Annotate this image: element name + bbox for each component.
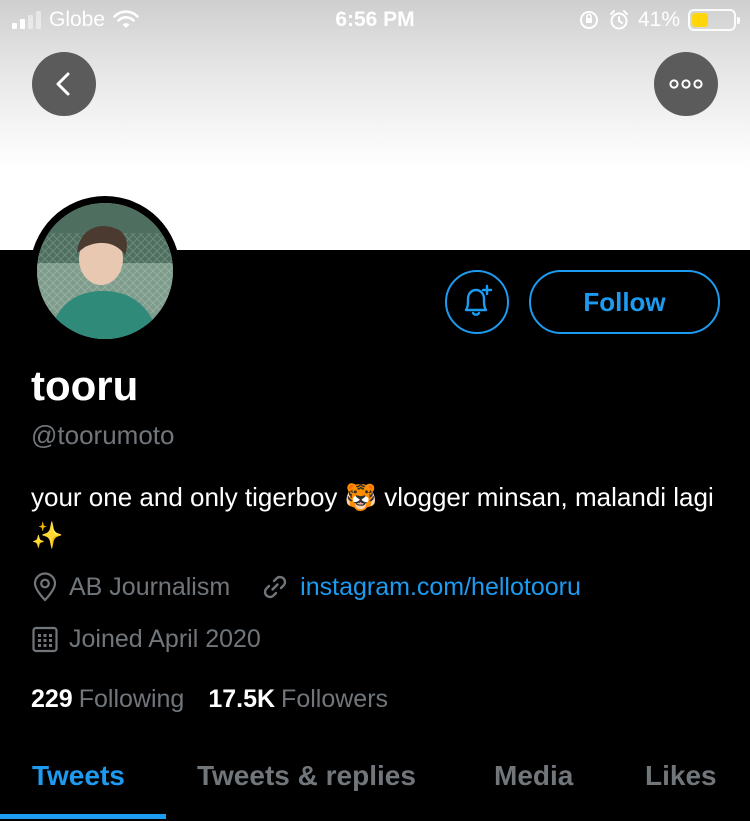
follow-stats: 229 Following 17.5K Followers <box>31 685 388 714</box>
profile-bio: your one and only tigerboy 🐯 vlogger min… <box>31 482 714 550</box>
tab-likes[interactable]: Likes <box>645 760 717 792</box>
followers-label: Followers <box>281 685 389 713</box>
profile-avatar[interactable] <box>30 196 180 346</box>
tab-tweets-replies[interactable]: Tweets & replies <box>197 760 416 792</box>
orientation-lock-icon <box>579 11 598 29</box>
location-text: AB Journalism <box>69 572 231 601</box>
more-options-button[interactable] <box>654 52 718 116</box>
following-count: 229 <box>31 685 73 713</box>
battery-percent: 41% <box>637 8 680 31</box>
battery-level <box>692 13 709 27</box>
bell-plus-icon <box>464 284 493 316</box>
joined-date: Joined April 2020 <box>69 624 261 653</box>
joined-item: Joined April 2020 <box>31 624 261 654</box>
location-pin-icon <box>33 572 57 602</box>
profile-tabs: Tweets Tweets & replies Media Likes <box>0 752 750 821</box>
status-right: 41% <box>578 8 740 32</box>
ellipsis-icon <box>669 79 703 89</box>
status-bar: Globe 6:56 PM 41% <box>0 0 750 40</box>
username-handle: @toorumoto <box>31 420 175 450</box>
following-stat[interactable]: 229 Following <box>31 685 184 714</box>
alarm-icon <box>609 10 628 30</box>
followers-count: 17.5K <box>208 685 276 713</box>
follow-button[interactable]: Follow <box>529 270 720 334</box>
back-button[interactable] <box>32 52 96 116</box>
link-icon <box>263 575 287 599</box>
tab-media[interactable]: Media <box>494 760 573 792</box>
website-item[interactable]: instagram.com/hellotooru <box>260 572 581 602</box>
profile-meta-row: AB Journalism instagram.com/hellotooru <box>31 572 581 602</box>
followers-stat[interactable]: 17.5K Followers <box>208 685 388 714</box>
calendar-icon <box>32 626 58 653</box>
chevron-left-icon <box>56 72 70 96</box>
following-label: Following <box>78 685 185 713</box>
joined-row: Joined April 2020 <box>31 624 261 654</box>
avatar-image <box>37 203 173 339</box>
active-tab-indicator <box>0 814 166 819</box>
avatar-illustration <box>37 203 173 339</box>
notifications-bell-button[interactable] <box>445 270 509 334</box>
display-name: tooru <box>31 362 139 409</box>
website-link[interactable]: instagram.com/hellotooru <box>300 573 581 602</box>
tab-tweets[interactable]: Tweets <box>32 760 125 792</box>
battery-icon <box>688 9 740 31</box>
location-item: AB Journalism <box>31 572 230 602</box>
